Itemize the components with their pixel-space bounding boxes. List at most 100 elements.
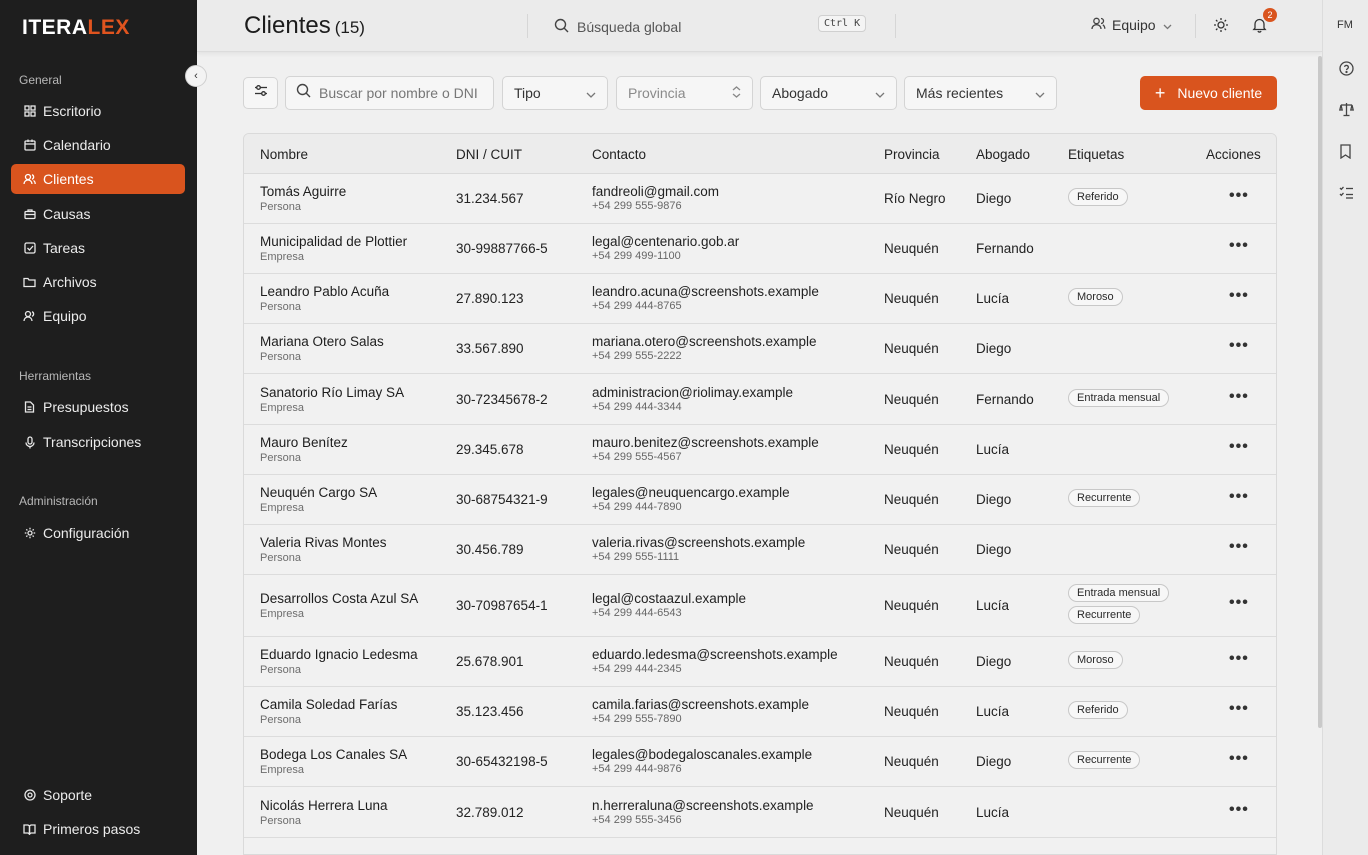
checklist-icon[interactable] (1339, 185, 1354, 205)
table-row[interactable]: Mauro Benítez Persona 29.345.678 mauro.beni… (244, 425, 1276, 475)
team-dropdown[interactable]: Equipo (1091, 17, 1178, 33)
client-name-cell[interactable]: Tomás Aguirre Persona (260, 184, 346, 213)
client-name-cell[interactable]: Leandro Pablo Acuña Persona (260, 284, 389, 313)
client-name[interactable]: Neuquén Cargo SA (260, 485, 377, 500)
client-name[interactable]: Eduardo Ignacio Ledesma (260, 647, 418, 662)
row-actions-button[interactable]: ••• (1229, 237, 1249, 255)
client-name[interactable]: Tomás Aguirre (260, 184, 346, 199)
client-name-cell[interactable]: Neuquén Cargo SA Empresa (260, 485, 377, 514)
table-row[interactable]: Eduardo Ignacio Ledesma Persona 25.678.901… (244, 637, 1276, 687)
sidebar-item-equipo[interactable]: Equipo (11, 301, 185, 331)
client-name-cell[interactable]: Municipalidad de Plottier Empresa (260, 234, 407, 263)
table-row[interactable]: Camila Soledad Farías Persona 35.123.456 ca… (244, 687, 1276, 737)
client-name-cell[interactable]: Sanatorio Río Limay SA Empresa (260, 385, 404, 414)
sidebar-item-causas[interactable]: Causas (11, 199, 185, 229)
client-search-input[interactable] (319, 85, 479, 101)
app-logo[interactable]: ITERALEX (22, 16, 130, 40)
row-actions-button[interactable]: ••• (1229, 388, 1249, 406)
nav-section-admin: Administración (19, 494, 98, 508)
client-name-cell[interactable]: Desarrollos Costa Azul SA Empresa (260, 591, 418, 620)
client-search[interactable] (285, 76, 494, 110)
client-name-cell[interactable]: Camila Soledad Farías Persona (260, 697, 397, 726)
client-name-cell[interactable]: Eduardo Ignacio Ledesma Persona (260, 647, 418, 676)
sidebar-item-archivos[interactable]: Archivos (11, 267, 185, 297)
sidebar-item-primeros-pasos[interactable]: Primeros pasos (11, 814, 185, 844)
client-name[interactable]: Camila Soledad Farías (260, 697, 397, 712)
table-row[interactable]: Municipalidad de Plottier Empresa 30-99887… (244, 224, 1276, 274)
sidebar-item-transcripciones[interactable]: Transcripciones (11, 427, 185, 457)
filters-button[interactable] (243, 77, 278, 109)
row-actions-button[interactable]: ••• (1229, 488, 1249, 506)
row-actions-button[interactable]: ••• (1229, 438, 1249, 456)
column-header-etiquetas[interactable]: Etiquetas (1068, 147, 1124, 162)
client-name[interactable]: Valeria Rivas Montes (260, 535, 387, 550)
table-row[interactable]: Desarrollos Costa Azul SA Empresa 30-70987… (244, 575, 1276, 637)
row-actions-button[interactable]: ••• (1229, 187, 1249, 205)
provincia-select[interactable]: Provincia (616, 76, 753, 110)
user-avatar[interactable]: FM (1337, 19, 1353, 31)
client-name-cell[interactable]: Nicolás Herrera Luna Persona (260, 798, 388, 827)
row-actions-button[interactable]: ••• (1229, 594, 1249, 612)
sidebar-item-calendario[interactable]: Calendario (11, 130, 185, 160)
new-client-button[interactable]: + Nuevo cliente (1140, 76, 1277, 110)
client-name[interactable]: Mauro Benítez (260, 435, 348, 450)
tipo-select[interactable]: Tipo (502, 76, 608, 110)
abogado-select[interactable]: Abogado (760, 76, 897, 110)
column-header-dni[interactable]: DNI / CUIT (456, 147, 522, 162)
row-actions-button[interactable]: ••• (1229, 337, 1249, 355)
client-type: Persona (260, 452, 301, 464)
sort-select[interactable]: Más recientes (904, 76, 1057, 110)
column-header-contacto[interactable]: Contacto (592, 147, 646, 162)
abogado-select-label: Abogado (772, 85, 829, 101)
client-name-cell[interactable]: Mariana Otero Salas Persona (260, 334, 384, 363)
client-email: fandreoli@gmail.com (592, 184, 720, 199)
client-name[interactable]: Mariana Otero Salas (260, 334, 384, 349)
table-row[interactable]: Nicolás Herrera Luna Persona 32.789.012 n.h… (244, 787, 1276, 838)
client-phone: +54 299 555-9876 (592, 200, 682, 212)
table-row[interactable]: Valeria Rivas Montes Persona 30.456.789 val… (244, 525, 1276, 575)
client-id: 30-72345678-2 (456, 391, 548, 407)
table-row[interactable]: Mariana Otero Salas Persona 33.567.890 mari… (244, 324, 1276, 374)
sidebar-item-tareas[interactable]: Tareas (11, 233, 185, 263)
sidebar-item-escritorio[interactable]: Escritorio (11, 96, 185, 126)
collapse-sidebar-button[interactable]: ‹ (185, 65, 207, 87)
scrollbar[interactable] (1318, 56, 1322, 728)
row-actions-button[interactable]: ••• (1229, 750, 1249, 768)
row-actions-button[interactable]: ••• (1229, 801, 1249, 819)
help-icon[interactable] (1339, 61, 1354, 81)
client-name-cell[interactable]: Valeria Rivas Montes Persona (260, 535, 387, 564)
client-lawyer: Diego (976, 492, 1012, 507)
sidebar-item-configuracion[interactable]: Configuración (11, 518, 185, 548)
table-row[interactable]: Neuquén Cargo SA Empresa 30-68754321-9 lega… (244, 475, 1276, 525)
scales-icon[interactable] (1338, 102, 1355, 122)
row-actions-button[interactable]: ••• (1229, 538, 1249, 556)
column-header-abogado[interactable]: Abogado (976, 147, 1030, 162)
column-header-nombre[interactable]: Nombre (260, 147, 308, 162)
client-name-cell[interactable]: Bodega Los Canales SA Empresa (260, 747, 407, 776)
bookmark-icon[interactable] (1339, 144, 1352, 164)
search-icon (296, 83, 311, 103)
client-name[interactable]: Desarrollos Costa Azul SA (260, 591, 418, 606)
client-name[interactable]: Leandro Pablo Acuña (260, 284, 389, 299)
row-actions-button[interactable]: ••• (1229, 700, 1249, 718)
client-phone: +54 299 444-7890 (592, 501, 682, 513)
sidebar-item-presupuestos[interactable]: Presupuestos (11, 392, 185, 422)
table-row[interactable]: Leandro Pablo Acuña Persona 27.890.123 lean… (244, 274, 1276, 324)
client-phone: +54 299 555-3456 (592, 813, 682, 826)
row-actions-button[interactable]: ••• (1229, 650, 1249, 668)
sidebar-item-clientes[interactable]: Clientes (11, 164, 185, 194)
row-actions-button[interactable]: ••• (1229, 287, 1249, 305)
table-row[interactable]: Bodega Los Canales SA Empresa 30-65432198-… (244, 737, 1276, 787)
table-row[interactable]: Sanatorio Río Limay SA Empresa 30-72345678… (244, 374, 1276, 425)
theme-toggle-button[interactable] (1213, 17, 1229, 38)
table-row[interactable] (244, 838, 1276, 854)
client-name[interactable]: Sanatorio Río Limay SA (260, 385, 404, 400)
client-phone: +54 299 555-1111 (592, 551, 680, 563)
sidebar-item-soporte[interactable]: Soporte (11, 780, 185, 810)
client-name[interactable]: Municipalidad de Plottier (260, 234, 407, 249)
column-header-provincia[interactable]: Provincia (884, 147, 940, 162)
client-name[interactable]: Bodega Los Canales SA (260, 747, 407, 762)
client-name-cell[interactable]: Mauro Benítez Persona (260, 435, 348, 464)
client-name[interactable]: Nicolás Herrera Luna (260, 798, 388, 813)
table-row[interactable]: Tomás Aguirre Persona 31.234.567 fandreoli@… (244, 174, 1276, 224)
